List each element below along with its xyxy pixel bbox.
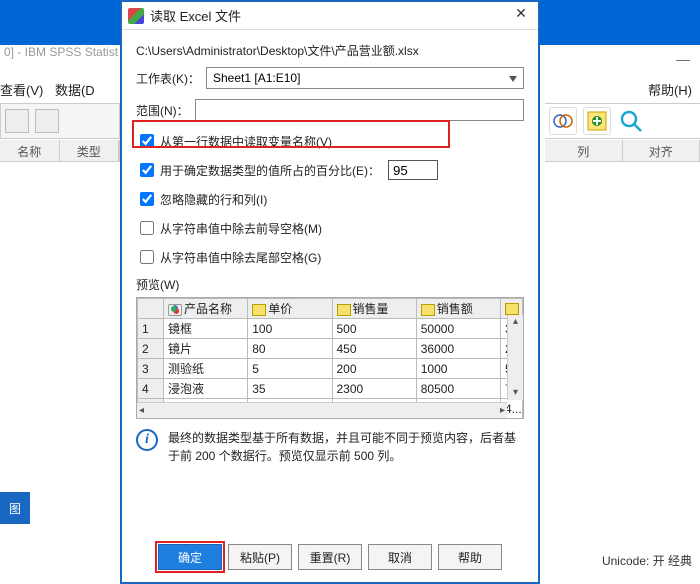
table-cell[interactable]: 3	[138, 359, 164, 379]
dialog-button-row: 确定 粘贴(P) 重置(R) 取消 帮助	[122, 534, 538, 582]
chk-first-row-varnames-label: 从第一行数据中读取变量名称(V)	[160, 133, 332, 150]
preview-table: 产品名称 单价 销售量 销售额 1镜框100500500003...2镜片804…	[137, 298, 523, 418]
numeric-type-icon	[421, 304, 435, 316]
info-note: i 最终的数据类型基于所有数据，并且可能不同于预览内容，后者基于前 200 个数…	[136, 429, 524, 465]
scroll-up-icon[interactable]: ▴	[513, 315, 518, 329]
dialog-app-icon	[128, 8, 144, 24]
numeric-type-icon	[505, 303, 519, 315]
preview-header-sales[interactable]: 销售额	[416, 299, 500, 319]
table-cell[interactable]: 镜框	[164, 319, 248, 339]
dialog-body: C:\Users\Administrator\Desktop\文件\产品营业额.…	[122, 30, 538, 534]
table-cell[interactable]: 35	[248, 379, 332, 399]
col-align: 对齐	[623, 140, 700, 161]
numeric-type-icon	[252, 304, 266, 316]
read-excel-dialog: 读取 Excel 文件 ✕ C:\Users\Administrator\Des…	[120, 0, 540, 584]
table-cell[interactable]: 浸泡液	[164, 379, 248, 399]
toolbar-icon-2[interactable]	[35, 109, 59, 133]
table-cell[interactable]: 36000	[416, 339, 500, 359]
table-cell[interactable]: 测验纸	[164, 359, 248, 379]
chk-first-row-varnames[interactable]	[140, 134, 154, 148]
table-cell[interactable]: 1	[138, 319, 164, 339]
col-name: 名称	[0, 140, 60, 161]
col-type: 类型	[60, 140, 120, 161]
paste-button[interactable]: 粘贴(P)	[228, 544, 292, 570]
file-path: C:\Users\Administrator\Desktop\文件\产品营业额.…	[136, 42, 524, 59]
preview-header-qty[interactable]: 销售量	[332, 299, 416, 319]
spss-menubar-right: 帮助(H)	[648, 80, 692, 104]
preview-header-blank	[138, 299, 164, 319]
chk-pct-datatype-label: 用于确定数据类型的值所占的百分比(E)：	[160, 162, 380, 179]
dialog-title: 读取 Excel 文件	[150, 6, 241, 25]
table-cell[interactable]: 镜片	[164, 339, 248, 359]
reset-button[interactable]: 重置(R)	[298, 544, 362, 570]
table-cell[interactable]: 100	[248, 319, 332, 339]
menu-view[interactable]: 查看(V)	[0, 83, 43, 98]
table-row[interactable]: 2镜片80450360002...	[138, 339, 523, 359]
spss-columns-right: 列 对齐	[545, 140, 700, 162]
toolbar-circles-icon[interactable]	[549, 107, 577, 135]
chk-trim-trailing[interactable]	[140, 250, 154, 264]
table-cell[interactable]: 200	[332, 359, 416, 379]
scroll-right-icon[interactable]: ▸	[500, 405, 505, 416]
cancel-button[interactable]: 取消	[368, 544, 432, 570]
spss-title-hint: 0] - IBM SPSS Statist	[0, 45, 120, 67]
preview-hscrollbar[interactable]: ◂ ▸	[137, 402, 507, 418]
preview-pane: 产品名称 单价 销售量 销售额 1镜框100500500003...2镜片804…	[136, 297, 524, 419]
toolbar-search-icon[interactable]	[617, 107, 645, 135]
dialog-titlebar[interactable]: 读取 Excel 文件 ✕	[122, 2, 538, 30]
table-cell[interactable]: 80500	[416, 379, 500, 399]
worksheet-selected-value: Sheet1 [A1:E10]	[213, 71, 300, 85]
spss-statusbar: Unicode: 开 经典	[602, 552, 692, 569]
string-type-icon	[168, 304, 182, 316]
menu-data[interactable]: 数据(D	[55, 83, 95, 98]
table-cell[interactable]: 450	[332, 339, 416, 359]
toolbar-icon-1[interactable]	[5, 109, 29, 133]
preview-header-row: 产品名称 单价 销售量 销售额	[138, 299, 523, 319]
table-cell[interactable]: 1000	[416, 359, 500, 379]
table-cell[interactable]: 2300	[332, 379, 416, 399]
range-input[interactable]	[195, 99, 524, 121]
info-text: 最终的数据类型基于所有数据，并且可能不同于预览内容，后者基于前 200 个数据行…	[168, 429, 524, 465]
pct-datatype-input[interactable]	[388, 160, 438, 180]
table-cell[interactable]: 500	[332, 319, 416, 339]
numeric-type-icon	[337, 304, 351, 316]
ok-button[interactable]: 确定	[158, 544, 222, 570]
spss-toolbar-right	[545, 103, 700, 139]
table-cell[interactable]: 80	[248, 339, 332, 359]
chk-trim-trailing-label: 从字符串值中除去尾部空格(G)	[160, 249, 321, 266]
table-cell[interactable]: 4	[138, 379, 164, 399]
chk-trim-leading-label: 从字符串值中除去前导空格(M)	[160, 220, 322, 237]
preview-header-price[interactable]: 单价	[248, 299, 332, 319]
parent-window-controls: —	[650, 44, 700, 74]
chk-trim-leading[interactable]	[140, 221, 154, 235]
table-row[interactable]: 4浸泡液352300805007...	[138, 379, 523, 399]
spss-toolbar-left	[0, 103, 120, 139]
minimize-icon[interactable]: —	[676, 51, 690, 67]
scroll-down-icon[interactable]: ▾	[513, 386, 518, 400]
table-row[interactable]: 1镜框100500500003...	[138, 319, 523, 339]
table-cell[interactable]: 50000	[416, 319, 500, 339]
spss-menubar-left: 查看(V) 数据(D	[0, 80, 120, 104]
preview-header-product[interactable]: 产品名称	[164, 299, 248, 319]
col-col: 列	[545, 140, 623, 161]
range-label: 范围(N)：	[136, 102, 189, 119]
worksheet-label: 工作表(K)：	[136, 70, 200, 87]
spss-columns-left: 名称 类型	[0, 140, 120, 162]
worksheet-select[interactable]: Sheet1 [A1:E10]	[206, 67, 524, 89]
preview-vscrollbar[interactable]: ▴ ▾	[507, 315, 523, 400]
spss-tab-variableview[interactable]: 图	[0, 492, 30, 524]
chk-pct-datatype[interactable]	[140, 163, 154, 177]
chk-ignore-hidden[interactable]	[140, 192, 154, 206]
preview-label: 预览(W)	[136, 276, 524, 293]
table-cell[interactable]: 2	[138, 339, 164, 359]
menu-help[interactable]: 帮助(H)	[648, 83, 692, 98]
table-cell[interactable]: 5	[248, 359, 332, 379]
table-row[interactable]: 3测验纸520010005...	[138, 359, 523, 379]
scroll-left-icon[interactable]: ◂	[139, 405, 144, 416]
info-icon: i	[136, 429, 158, 451]
help-button[interactable]: 帮助	[438, 544, 502, 570]
toolbar-add-icon[interactable]	[583, 107, 611, 135]
chk-ignore-hidden-label: 忽略隐藏的行和列(I)	[160, 191, 267, 208]
close-icon[interactable]: ✕	[510, 5, 532, 25]
